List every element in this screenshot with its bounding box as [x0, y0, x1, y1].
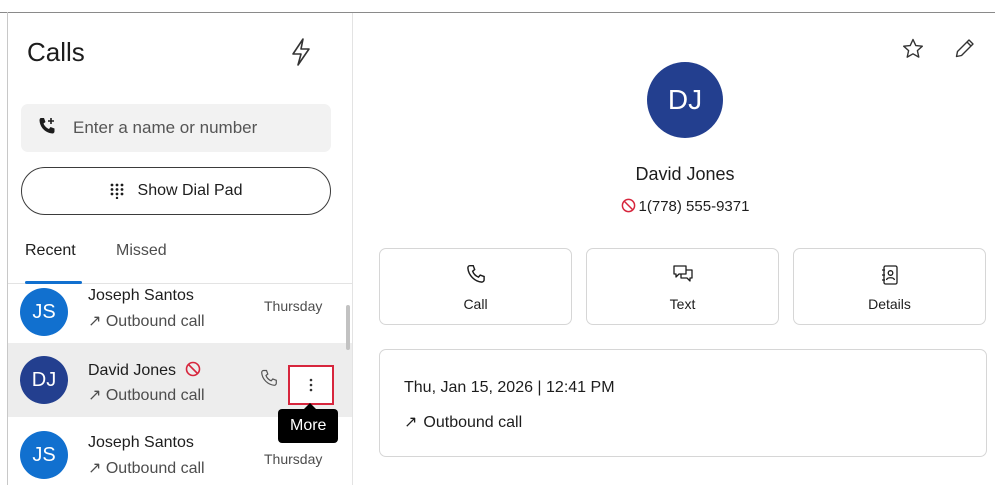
outbound-arrow-icon: ↗ — [88, 387, 102, 404]
avatar: DJ — [20, 356, 68, 404]
more-vertical-icon — [309, 378, 313, 392]
call-direction: ↗ Outbound call — [88, 385, 205, 405]
recent-calls-list: JS Joseph Santos ↗ Outbound call Thursda… — [8, 285, 352, 485]
call-direction: ↗ Outbound call — [88, 311, 205, 331]
chat-icon — [587, 264, 778, 284]
caller-name: Joseph Santos — [88, 434, 194, 451]
call-type: ↗ Outbound call — [404, 412, 522, 432]
call-day: Thursday — [264, 451, 323, 467]
avatar: JS — [20, 288, 68, 336]
edit-pencil-icon[interactable] — [954, 37, 976, 64]
call-back-phone-icon[interactable] — [260, 369, 278, 392]
sidebar-title: Calls — [27, 37, 85, 67]
phone-icon — [380, 264, 571, 284]
favorite-star-icon[interactable] — [901, 37, 925, 66]
call-direction-label: Outbound call — [105, 313, 205, 330]
contact-avatar: DJ — [647, 62, 723, 138]
call-action-button[interactable]: Call — [379, 248, 572, 325]
text-action-label: Text — [669, 296, 696, 312]
show-dial-pad-button[interactable]: Show Dial Pad — [21, 167, 331, 215]
call-type-label: Outbound call — [423, 414, 523, 431]
call-tabs: Recent Missed — [8, 241, 352, 284]
contact-number-text: 1(778) 555-9371 — [638, 198, 750, 215]
outbound-arrow-icon: ↗ — [88, 313, 102, 330]
contact-detail-panel: DJ David Jones 1(778) 555-9371 Call Text… — [354, 13, 995, 485]
list-scrollbar[interactable] — [346, 305, 350, 350]
contact-number: 1(778) 555-9371 — [354, 198, 995, 215]
search-input[interactable] — [73, 118, 313, 138]
dial-pad-icon — [110, 183, 123, 199]
outbound-arrow-icon: ↗ — [88, 460, 102, 477]
outbound-arrow-icon: ↗ — [404, 414, 418, 431]
calls-sidebar: Calls Show Dial Pad Recent Missed JS Jos… — [8, 13, 353, 485]
call-history-card: Thu, Jan 15, 2026 | 12:41 PM ↗ Outbound c… — [379, 349, 987, 457]
phone-add-icon — [37, 116, 57, 141]
tab-missed[interactable]: Missed — [116, 241, 167, 283]
search-box[interactable] — [21, 104, 331, 152]
call-day: Thursday — [264, 298, 323, 314]
text-action-button[interactable]: Text — [586, 248, 779, 325]
caller-name: Joseph Santos — [88, 287, 194, 304]
caller-name: David Jones — [88, 361, 201, 380]
tab-recent[interactable]: Recent — [25, 241, 76, 283]
blocked-icon — [185, 361, 200, 377]
caller-name-text: David Jones — [88, 362, 177, 379]
list-item[interactable]: JS Joseph Santos ↗ Outbound call Thursda… — [8, 285, 352, 345]
call-action-label: Call — [463, 296, 488, 312]
active-tab-indicator — [25, 281, 82, 284]
contact-name: David Jones — [635, 164, 735, 184]
quick-actions-bolt-icon[interactable] — [288, 37, 314, 67]
blocked-icon — [621, 198, 635, 213]
more-options-button[interactable] — [288, 365, 334, 405]
details-action-button[interactable]: Details — [793, 248, 986, 325]
call-direction: ↗ Outbound call — [88, 458, 205, 478]
contact-card-icon — [794, 264, 985, 286]
dial-pad-label: Show Dial Pad — [137, 182, 243, 199]
call-timestamp: Thu, Jan 15, 2026 | 12:41 PM — [404, 379, 615, 396]
call-direction-label: Outbound call — [105, 460, 205, 477]
call-direction-label: Outbound call — [105, 387, 205, 404]
avatar: JS — [20, 431, 68, 479]
more-tooltip: More — [278, 403, 339, 443]
details-action-label: Details — [868, 296, 911, 312]
